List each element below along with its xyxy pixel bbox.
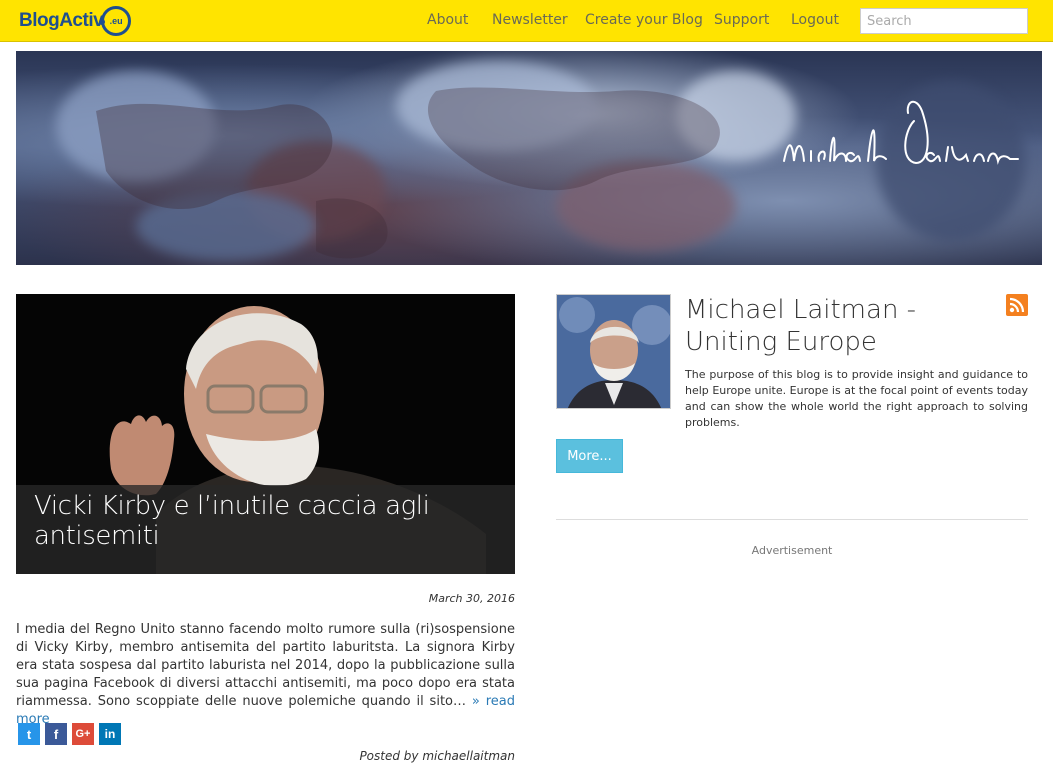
advertisement-label: Advertisement — [751, 544, 833, 557]
author-photo — [557, 295, 670, 408]
share-buttons: t f G+ in — [18, 723, 121, 745]
facebook-icon[interactable]: f — [45, 723, 67, 745]
nav-logout[interactable]: Logout — [791, 12, 839, 28]
nav-about[interactable]: About — [427, 12, 468, 28]
logo-eu-badge: .eu — [99, 6, 132, 36]
article-excerpt: I media del Regno Unito stanno facendo m… — [16, 621, 515, 729]
search-input[interactable] — [860, 8, 1028, 34]
logo-text: BlogActiv — [19, 10, 104, 31]
site-logo[interactable]: BlogActiv .eu — [19, 6, 132, 36]
logo-suffix: .eu — [109, 16, 123, 26]
twitter-icon[interactable]: t — [18, 723, 40, 745]
more-button[interactable]: More... — [556, 439, 623, 473]
article-title-overlay: Vicki Kirby e l’inutile caccia agli anti… — [16, 485, 515, 574]
header-banner — [16, 51, 1042, 265]
linkedin-icon[interactable]: in — [99, 723, 121, 745]
nav-newsletter[interactable]: Newsletter — [492, 12, 568, 28]
sidebar-divider — [556, 519, 1028, 520]
article-date: March 30, 2016 — [428, 592, 515, 605]
featured-article[interactable]: Vicki Kirby e l’inutile caccia agli anti… — [16, 294, 515, 574]
signature-image — [783, 100, 1019, 165]
blog-description: The purpose of this blog is to provide i… — [685, 368, 1028, 429]
rss-glyph — [1009, 297, 1025, 313]
author-avatar[interactable] — [556, 294, 671, 409]
nav-support[interactable]: Support — [714, 12, 769, 28]
rss-icon[interactable] — [1006, 294, 1028, 316]
article-title-link[interactable]: Vicki Kirby e l’inutile caccia agli anti… — [34, 491, 497, 551]
excerpt-text: I media del Regno Unito stanno facendo m… — [16, 622, 515, 709]
google-plus-icon[interactable]: G+ — [72, 723, 94, 745]
nav-create-blog[interactable]: Create your Blog — [585, 12, 703, 28]
posted-by: Posted by michaellaitman — [359, 749, 515, 763]
blog-title: Michael Laitman - Uniting Europe — [685, 295, 917, 357]
top-navbar: BlogActiv .eu About Newsletter Create yo… — [0, 0, 1053, 42]
